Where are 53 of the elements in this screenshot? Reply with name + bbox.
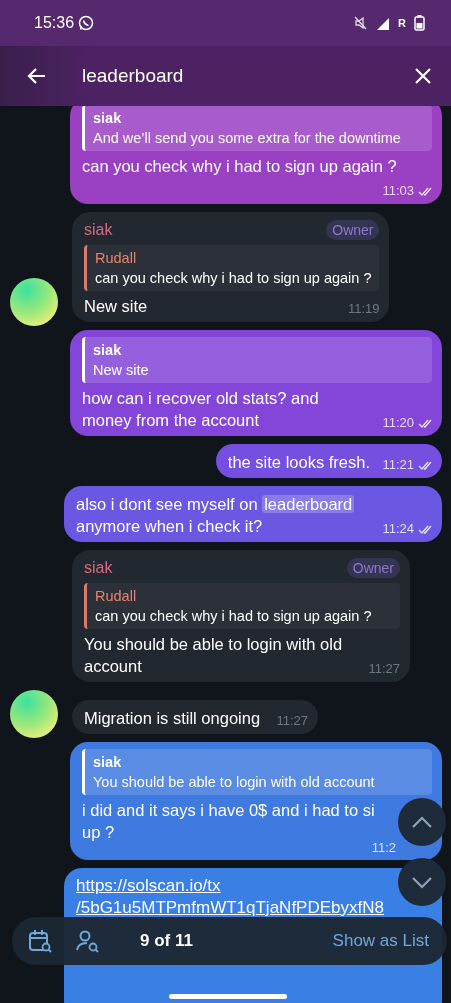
quoted-text: You should be able to login with old account bbox=[93, 773, 376, 792]
scroll-down-button[interactable] bbox=[398, 858, 446, 906]
member-search-icon bbox=[76, 929, 100, 953]
message-text: can you check why i had to sign up again ? bbox=[82, 156, 397, 177]
show-as-list-button[interactable]: Show as List bbox=[330, 929, 431, 953]
quoted-text: New site bbox=[93, 361, 150, 380]
sender-name[interactable]: siak bbox=[84, 557, 113, 579]
battery-icon bbox=[414, 15, 425, 31]
sender-name[interactable]: siak bbox=[84, 219, 113, 241]
message-time: 11:21 bbox=[382, 458, 414, 472]
quoted-sender: Rudall bbox=[95, 249, 138, 268]
mute-icon bbox=[353, 15, 368, 31]
chevron-down-icon bbox=[411, 875, 433, 889]
quoted-text: can you check why i had to sign up again ? bbox=[95, 607, 373, 626]
role-badge: Owner bbox=[326, 220, 380, 240]
close-icon bbox=[413, 66, 433, 86]
quoted-sender: siak bbox=[93, 109, 123, 128]
message-text: i did and it says i have 0$ and i had to si up ? bbox=[82, 800, 375, 843]
calendar-search-icon bbox=[28, 929, 52, 953]
quoted-sender: Rudall bbox=[95, 587, 138, 606]
reply-quote[interactable]: siak New site bbox=[82, 337, 432, 383]
role-badge: Owner bbox=[346, 558, 400, 578]
network-label: R bbox=[398, 17, 406, 29]
quoted-text: can you check why i had to sign up again ? bbox=[95, 269, 372, 288]
message-time: 11:27 bbox=[368, 662, 400, 676]
back-arrow-icon bbox=[26, 66, 48, 86]
link[interactable]: https://solscan.io/tx /5bG1u5MTPmfmWT1qTjaNfPDEbyxfN8 bbox=[76, 875, 384, 919]
quoted-text: And we’ll send you some extra for the downtime bbox=[93, 129, 402, 148]
message-text: New site bbox=[84, 296, 148, 317]
quoted-sender: siak bbox=[93, 753, 123, 772]
message-time: 11:03 bbox=[382, 184, 414, 198]
quoted-sender: siak bbox=[93, 341, 123, 360]
message-text: Migration is still ongoing bbox=[84, 708, 261, 729]
calendar-search-button[interactable] bbox=[26, 927, 54, 955]
reply-quote[interactable]: Rudall can you check why i had to sign up again ? bbox=[84, 245, 380, 291]
message-time: 11:24 bbox=[382, 522, 414, 536]
message-text: the site looks fresh. bbox=[227, 452, 370, 473]
result-counter: 9 of 11 bbox=[140, 931, 193, 951]
message-time: 11:19 bbox=[347, 302, 380, 316]
message-text: You should be able to login with old account bbox=[84, 634, 344, 677]
chat-app-icon bbox=[78, 15, 95, 31]
message-time: 11:2 bbox=[371, 841, 396, 855]
chevron-up-icon bbox=[411, 815, 433, 829]
avatar[interactable] bbox=[10, 278, 58, 326]
reply-quote[interactable]: siak And we’ll send you some extra for the downtime bbox=[82, 106, 432, 151]
avatar[interactable] bbox=[10, 690, 58, 738]
reply-quote[interactable]: Rudall can you check why i had to sign up again ? bbox=[84, 583, 400, 629]
message-text: how can i recover old stats? and money from the account bbox=[82, 388, 320, 431]
reply-quote[interactable]: siak You should be able to login with old account bbox=[82, 749, 432, 795]
clock-time: 15:36 bbox=[34, 14, 75, 32]
message-text: also i dont see myself on leaderboard anymore when i check it? bbox=[76, 494, 356, 537]
message-time: 11:20 bbox=[382, 416, 414, 430]
message-time: 11:27 bbox=[276, 714, 309, 728]
